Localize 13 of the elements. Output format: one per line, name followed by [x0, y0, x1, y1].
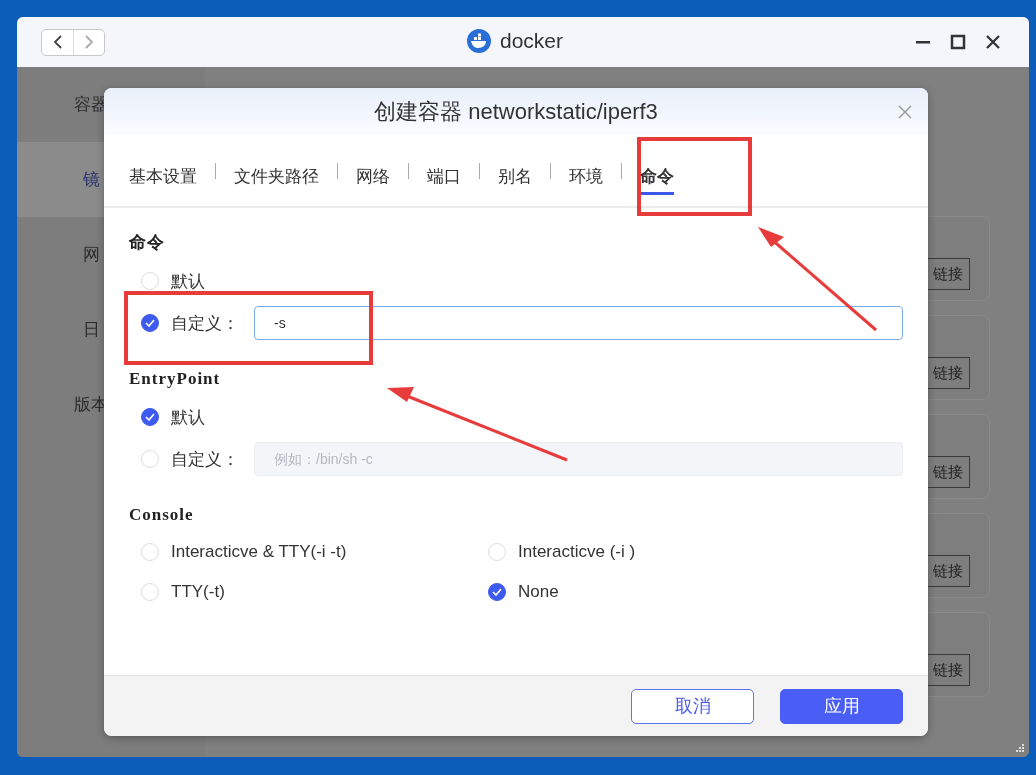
dialog-title: 创建容器 networkstatic/iperf3 [374, 97, 658, 126]
radio-label: 默认 [171, 270, 205, 293]
section-heading: Console [129, 504, 195, 526]
radio-label: TTY(-t) [171, 582, 225, 602]
radio-label: None [518, 582, 559, 602]
section-heading: EntryPoint [129, 368, 222, 390]
radio-label: 自定义： [171, 448, 239, 471]
window-title: docker [500, 29, 564, 53]
radio-label: Interacticve & TTY(-i -t) [171, 542, 347, 562]
radio-label: 自定义： [171, 312, 239, 335]
section-heading: 命令 [129, 232, 166, 254]
radio-label: Interacticve (-i ) [518, 542, 636, 562]
radio-label: 默认 [171, 406, 205, 429]
